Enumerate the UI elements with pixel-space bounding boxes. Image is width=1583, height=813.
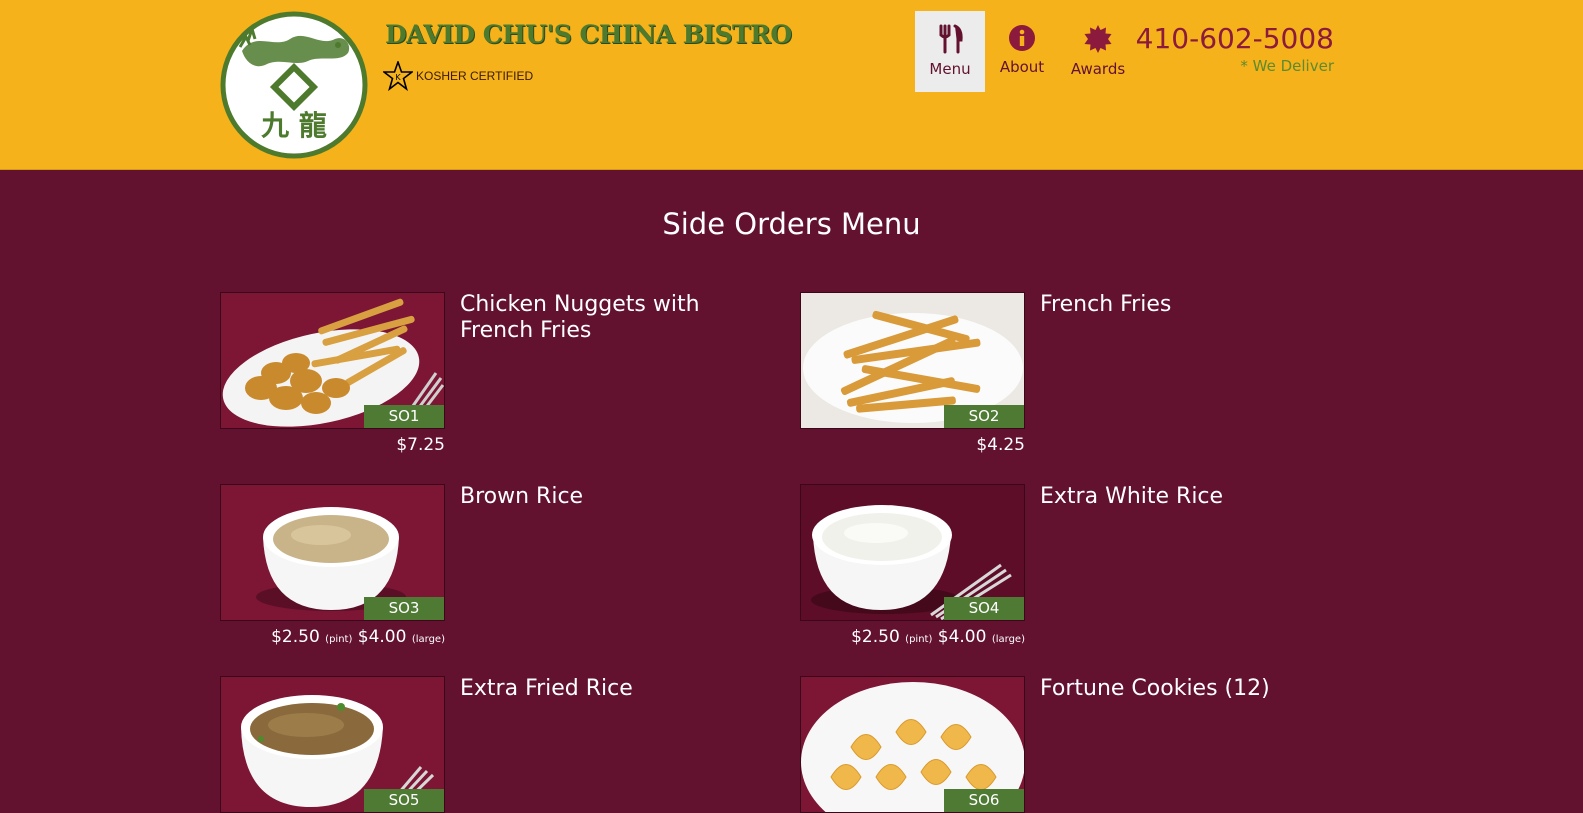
page-title: Side Orders Menu (662, 207, 921, 241)
brand-title[interactable]: DAVID CHU'S CHINA BISTRO (385, 20, 792, 49)
delivery-note: * We Deliver (1240, 57, 1334, 75)
nav-menu-label: Menu (929, 60, 971, 78)
price-value: $7.25 (396, 435, 445, 455)
award-badge-icon (1084, 25, 1112, 53)
item-code: SO6 (944, 789, 1024, 812)
logo-characters: 九 龍 (261, 109, 327, 142)
item-name[interactable]: Fortune Cookies (12) (1040, 676, 1340, 702)
item-photo[interactable]: SO5 (220, 676, 445, 813)
dragon-logo[interactable]: 九 龍 (220, 11, 368, 159)
item-price: $4.25 (725, 435, 1025, 455)
item-photo[interactable]: SO2 (800, 292, 1025, 429)
site-header: 九 龍 DAVID CHU'S CHINA BISTRO K KOSHER CE… (0, 0, 1583, 170)
price-large: $4.00 (357, 627, 407, 647)
item-name[interactable]: Extra White Rice (1040, 484, 1340, 510)
item-price: $2.50 (pint) $4.00 (large) (145, 627, 445, 647)
item-code: SO4 (944, 597, 1024, 620)
menu-item[interactable]: SO2 French Fries $4.25 (800, 292, 1345, 462)
item-name[interactable]: French Fries (1040, 292, 1340, 318)
nav-about[interactable]: About (990, 11, 1054, 92)
nav-menu[interactable]: Menu (915, 11, 985, 92)
phone-number[interactable]: 410-602-5008 (1136, 22, 1334, 55)
item-price: $2.50 (pint) $4.00 (large) (725, 627, 1025, 647)
price-pint: $2.50 (271, 627, 320, 647)
item-name[interactable]: Brown Rice (460, 484, 760, 510)
item-code: SO2 (944, 405, 1024, 428)
menu-item[interactable]: SO6 Fortune Cookies (12) (800, 676, 1345, 813)
item-name[interactable]: Chicken Nuggets with French Fries (460, 292, 760, 344)
kosher-label: KOSHER CERTIFIED (416, 69, 534, 83)
price-pint: $2.50 (851, 627, 900, 647)
item-photo[interactable]: SO1 (220, 292, 445, 429)
star-k-icon: K (383, 61, 413, 91)
price-pint-label: (pint) (325, 634, 353, 645)
item-price: $7.25 (145, 435, 445, 455)
menu-item[interactable]: SO3 Brown Rice $2.50 (pint) $4.00 (large… (220, 484, 765, 654)
item-code: SO5 (364, 789, 444, 812)
price-pint-label: (pint) (905, 634, 933, 645)
item-code: SO3 (364, 597, 444, 620)
menu-item[interactable]: SO1 Chicken Nuggets with French Fries $7… (220, 292, 765, 462)
menu-item[interactable]: SO4 Extra White Rice $2.50 (pint) $4.00 … (800, 484, 1345, 654)
svg-text:K: K (395, 73, 401, 82)
nav-awards-label: Awards (1070, 60, 1126, 78)
item-photo[interactable]: SO4 (800, 484, 1025, 621)
price-large: $4.00 (937, 627, 987, 647)
menu-item[interactable]: SO5 Extra Fried Rice (220, 676, 765, 813)
kosher-badge: K KOSHER CERTIFIED (383, 61, 533, 91)
item-photo[interactable]: SO3 (220, 484, 445, 621)
item-name[interactable]: Extra Fried Rice (460, 676, 760, 702)
info-icon (1009, 25, 1035, 51)
item-photo[interactable]: SO6 (800, 676, 1025, 813)
price-large-label: (large) (991, 634, 1025, 645)
price-value: $4.25 (976, 435, 1025, 455)
price-large-label: (large) (411, 634, 445, 645)
nav-about-label: About (999, 58, 1045, 76)
nav-awards[interactable]: Awards (1062, 11, 1134, 92)
item-code: SO1 (364, 405, 444, 428)
utensils-icon (939, 24, 963, 54)
